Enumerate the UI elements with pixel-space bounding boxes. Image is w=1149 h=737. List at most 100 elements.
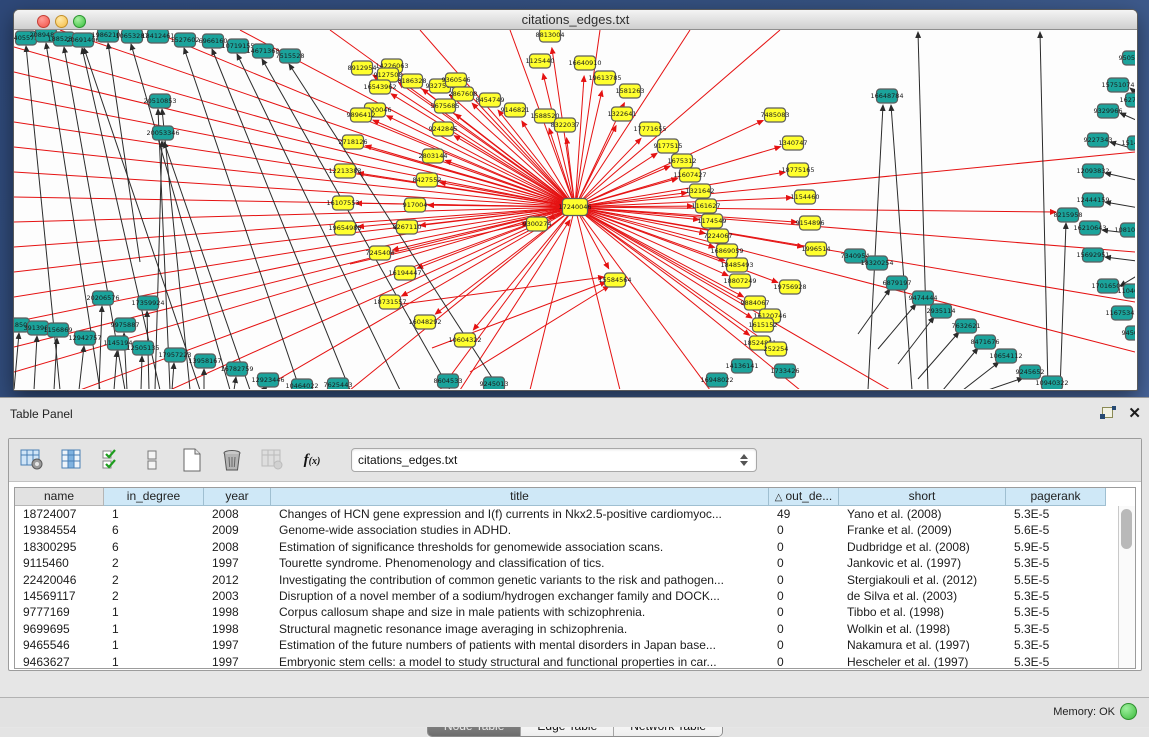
table-cell[interactable]: 0 bbox=[769, 654, 839, 669]
graph-node[interactable]: 16048292 bbox=[408, 315, 441, 329]
table-cell[interactable]: 0 bbox=[769, 588, 839, 604]
graph-node[interactable]: 9245652 bbox=[1016, 365, 1045, 379]
graph-node[interactable]: 8322037 bbox=[551, 118, 580, 132]
table-cell[interactable]: 9463627 bbox=[15, 654, 104, 669]
graph-node[interactable]: 8186328 bbox=[398, 74, 427, 88]
graph-node[interactable]: 11675342 bbox=[1105, 306, 1135, 320]
graph-node[interactable]: 12444159 bbox=[1076, 193, 1109, 207]
table-row[interactable]: 977716911998Corpus callosum shape and si… bbox=[15, 604, 1119, 620]
table-cell[interactable]: 5.3E-5 bbox=[1006, 506, 1106, 522]
graph-node[interactable]: 2718126 bbox=[339, 135, 368, 149]
graph-node[interactable]: 1675312 bbox=[668, 154, 697, 168]
table-cell[interactable]: 5.3E-5 bbox=[1006, 621, 1106, 637]
graph-node[interactable]: 13958167 bbox=[188, 354, 221, 368]
graph-node[interactable]: 20206576 bbox=[86, 291, 119, 305]
graph-node[interactable]: 19756928 bbox=[773, 280, 806, 294]
graph-node[interactable]: 18775165 bbox=[781, 163, 814, 177]
table-cell[interactable]: 1997 bbox=[204, 654, 271, 669]
graph-node[interactable]: 8267110 bbox=[393, 220, 422, 234]
table-row[interactable]: 946554611997Estimation of the future num… bbox=[15, 637, 1119, 653]
column-header-title[interactable]: title bbox=[271, 488, 769, 506]
graph-node[interactable]: 12923446 bbox=[251, 373, 284, 387]
table-cell[interactable]: Estimation of the future numbers of pati… bbox=[271, 637, 769, 653]
new-file-button[interactable] bbox=[177, 445, 207, 475]
table-row[interactable]: 1830029562008Estimation of significance … bbox=[15, 539, 1119, 555]
graph-node[interactable]: 17359924 bbox=[131, 296, 164, 310]
graph-node[interactable]: 12942757 bbox=[68, 331, 101, 345]
graph-node[interactable]: 16194447 bbox=[388, 266, 421, 280]
table-column-button[interactable] bbox=[57, 445, 87, 475]
graph-node[interactable]: 8912954 bbox=[348, 61, 377, 75]
graph-node[interactable]: 9450122 bbox=[1122, 326, 1135, 340]
graph-node[interactable]: 8813004 bbox=[536, 30, 565, 42]
table-cell[interactable]: 0 bbox=[769, 572, 839, 588]
graph-node[interactable]: 16869059 bbox=[710, 244, 743, 258]
column-header-out-de-[interactable]: △out_de... bbox=[769, 488, 839, 506]
table-cell[interactable]: 5.6E-5 bbox=[1006, 522, 1106, 538]
float-panel-icon[interactable] bbox=[1100, 406, 1116, 422]
table-row[interactable]: 1872400712008Changes of HCN gene express… bbox=[15, 506, 1119, 522]
graph-node[interactable]: 15144032 bbox=[1121, 136, 1135, 150]
table-cell[interactable]: 9465546 bbox=[15, 637, 104, 653]
column-header-short[interactable]: short bbox=[839, 488, 1006, 506]
graph-node[interactable]: 6879197 bbox=[883, 276, 912, 290]
graph-node[interactable]: 7224067 bbox=[704, 229, 733, 243]
table-cell[interactable]: 1 bbox=[104, 621, 204, 637]
table-cell[interactable]: Investigating the contribution of common… bbox=[271, 572, 769, 588]
table-cell[interactable]: 0 bbox=[769, 539, 839, 555]
table-cell[interactable]: Stergiakouli et al. (2012) bbox=[839, 572, 1006, 588]
column-header-year[interactable]: year bbox=[204, 488, 271, 506]
table-cell[interactable]: 2 bbox=[104, 555, 204, 571]
table-cell[interactable]: Corpus callosum shape and size in male p… bbox=[271, 604, 769, 620]
graph-node[interactable]: 2935114 bbox=[927, 304, 956, 318]
graph-node[interactable]: 8215958 bbox=[1054, 208, 1083, 222]
graph-node[interactable]: 917004 bbox=[403, 198, 428, 212]
table-cell[interactable]: 0 bbox=[769, 621, 839, 637]
graph-node[interactable]: 1125440 bbox=[526, 54, 555, 68]
graph-node[interactable]: 7245404 bbox=[366, 246, 395, 260]
graph-node[interactable]: 8427552 bbox=[413, 173, 442, 187]
table-cell[interactable]: 1 bbox=[104, 506, 204, 522]
table-row[interactable]: 2242004622012Investigating the contribut… bbox=[15, 572, 1119, 588]
table-source-dropdown[interactable]: citations_edges.txt bbox=[351, 448, 757, 472]
close-panel-icon[interactable]: ✕ bbox=[1128, 407, 1141, 421]
table-row[interactable]: 1456911722003Disruption of a novel membe… bbox=[15, 588, 1119, 604]
graph-node[interactable]: 17240046 bbox=[558, 199, 591, 216]
graph-node[interactable]: 8604533 bbox=[434, 374, 463, 388]
graph-node[interactable]: 7485083 bbox=[761, 108, 790, 122]
graph-node[interactable]: 1340747 bbox=[779, 136, 808, 150]
graph-node[interactable]: 16107553 bbox=[326, 196, 359, 210]
table-cell[interactable]: 6 bbox=[104, 522, 204, 538]
graph-node[interactable]: 7625443 bbox=[324, 378, 353, 389]
graph-node[interactable]: 9474444 bbox=[909, 291, 938, 305]
graph-node[interactable]: 9177515 bbox=[654, 139, 683, 153]
table-scrollbar[interactable] bbox=[1118, 506, 1135, 668]
graph-node[interactable]: 9505214 bbox=[1119, 51, 1135, 65]
table-row[interactable]: 946362711997Embryonic stem cells: a mode… bbox=[15, 654, 1119, 669]
graph-node[interactable]: 15751074 bbox=[1101, 78, 1134, 92]
graph-node[interactable]: 9154896 bbox=[796, 216, 825, 230]
graph-node[interactable]: 10810544 bbox=[1114, 223, 1135, 237]
table-cell[interactable]: 2008 bbox=[204, 506, 271, 522]
table-cell[interactable]: Disruption of a novel member of a sodium… bbox=[271, 588, 769, 604]
graph-node[interactable]: 1733426 bbox=[771, 364, 800, 378]
table-row[interactable]: 969969511998Structural magnetic resonanc… bbox=[15, 621, 1119, 637]
table-cell[interactable]: 49 bbox=[769, 506, 839, 522]
table-cell[interactable]: 1 bbox=[104, 604, 204, 620]
function-button[interactable]: f(x) bbox=[297, 445, 327, 475]
graph-node[interactable]: 1581263 bbox=[616, 84, 645, 98]
table-cell[interactable]: 18724007 bbox=[15, 506, 104, 522]
graph-node[interactable]: 1161627 bbox=[692, 199, 721, 213]
graph-node[interactable]: 14136141 bbox=[725, 359, 758, 373]
table-cell[interactable]: Jankovic et al. (1997) bbox=[839, 555, 1006, 571]
table-cell[interactable]: 5.3E-5 bbox=[1006, 637, 1106, 653]
graph-node[interactable]: 8471676 bbox=[971, 335, 1000, 349]
graph-node[interactable]: 16948022 bbox=[700, 373, 733, 387]
delete-button[interactable] bbox=[217, 445, 247, 475]
table-cell[interactable]: 1 bbox=[104, 654, 204, 669]
graph-node[interactable]: 10464022 bbox=[285, 379, 318, 389]
graph-node[interactable]: 17771655 bbox=[633, 122, 666, 136]
window-titlebar[interactable]: citations_edges.txt bbox=[14, 10, 1137, 30]
graph-node[interactable]: 1322641 bbox=[608, 107, 637, 121]
graph-node[interactable]: 9975887 bbox=[111, 318, 140, 332]
